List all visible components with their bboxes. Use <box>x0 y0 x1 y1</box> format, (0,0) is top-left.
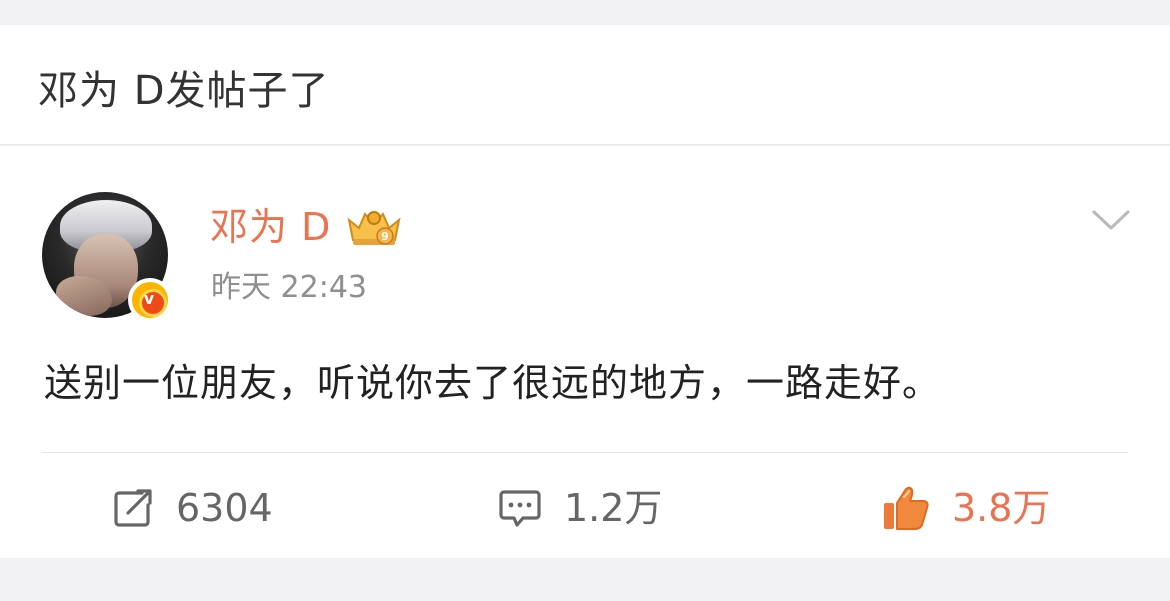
bottom-spacer <box>0 558 1170 601</box>
top-spacer <box>0 0 1170 25</box>
comment-count: 1.2万 <box>564 486 663 530</box>
crown-level-icon[interactable]: 9 <box>345 206 403 248</box>
comment-icon <box>499 490 541 527</box>
like-count: 3.8万 <box>952 486 1051 530</box>
svg-text:9: 9 <box>381 230 389 243</box>
repost-count: 6304 <box>176 486 273 530</box>
page-header: 邓为 D发帖子了 <box>0 25 1170 145</box>
repost-icon <box>114 489 152 527</box>
comment-button[interactable]: 1.2万 <box>498 483 662 533</box>
post-card: v 邓为 D 9 昨天 22:43 送别一位朋友，听说你去了很远的地方，一路走好… <box>0 146 1170 558</box>
post-timestamp: 昨天 22:43 <box>211 270 367 305</box>
author-name[interactable]: 邓为 D <box>210 204 331 250</box>
action-bar: 6304 1.2万 3.8万 <box>0 453 1170 558</box>
thumbs-up-icon <box>884 486 929 530</box>
repost-button[interactable]: 6304 <box>112 483 273 533</box>
chevron-down-icon[interactable] <box>1092 208 1130 232</box>
page-title: 邓为 D发帖子了 <box>38 68 330 114</box>
post-body: 送别一位朋友，听说你去了很远的地方，一路走好。 <box>44 361 942 405</box>
verified-v-icon: v <box>128 278 172 322</box>
like-button[interactable]: 3.8万 <box>882 483 1050 533</box>
